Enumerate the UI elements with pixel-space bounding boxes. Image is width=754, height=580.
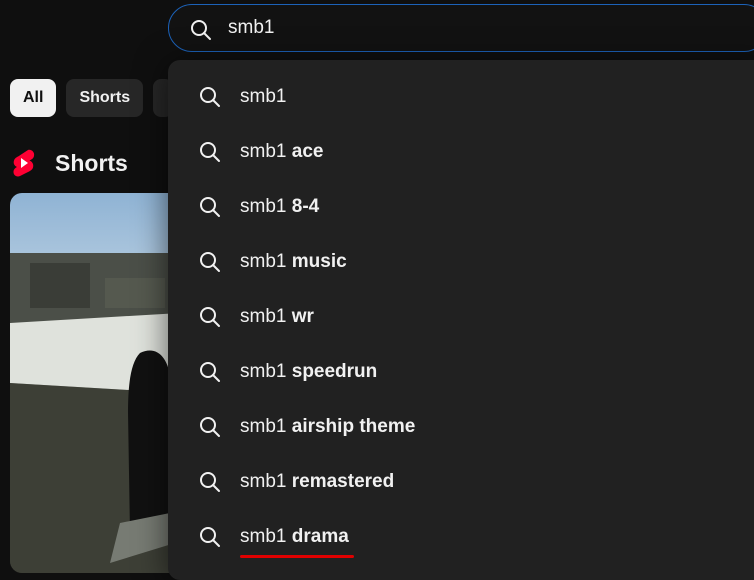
search-icon: [198, 415, 222, 439]
shorts-section-title: Shorts: [55, 149, 128, 176]
suggestion-item[interactable]: smb1 music: [168, 234, 754, 289]
search-icon: [198, 140, 222, 164]
suggestion-label: smb1 speedrun: [240, 360, 378, 382]
suggestion-item[interactable]: smb1 drama: [168, 509, 754, 564]
suggestion-label: smb1 remastered: [240, 470, 395, 492]
search-icon: [198, 85, 222, 109]
suggestion-label: smb1 ace: [240, 140, 324, 162]
suggestion-item[interactable]: smb1 wr: [168, 289, 754, 344]
filter-chips: All Shorts: [10, 79, 174, 117]
suggestion-label: smb1 music: [240, 250, 347, 272]
suggestion-label: smb1 airship theme: [240, 415, 416, 437]
shorts-section-header: Shorts: [12, 148, 128, 178]
search-input[interactable]: [228, 5, 728, 51]
shorts-thumbnail[interactable]: [10, 193, 180, 573]
search-icon: [189, 18, 213, 42]
chip-all[interactable]: All: [10, 79, 57, 117]
youtube-shorts-icon: [12, 148, 36, 178]
search-icon: [198, 360, 222, 384]
search-suggestions-dropdown: smb1 smb1 ace smb1 8-4 smb1 music smb1 w…: [168, 60, 754, 580]
search-box[interactable]: [168, 4, 754, 52]
suggestion-item[interactable]: smb1 ace: [168, 124, 754, 179]
search-icon: [198, 305, 222, 329]
search-icon: [198, 470, 222, 494]
suggestion-item[interactable]: smb1 airship theme: [168, 399, 754, 454]
suggestion-item[interactable]: smb1 speedrun: [168, 344, 754, 399]
suggestion-label: smb1: [240, 85, 287, 107]
search-icon: [198, 525, 222, 549]
suggestion-label: smb1 wr: [240, 305, 314, 327]
suggestion-item[interactable]: smb1 8-4: [168, 179, 754, 234]
search-icon: [198, 250, 222, 274]
suggestion-label: smb1 drama: [240, 525, 349, 547]
suggestion-label: smb1 8-4: [240, 195, 320, 217]
suggestion-item[interactable]: smb1: [168, 69, 754, 124]
search-icon: [198, 195, 222, 219]
suggestion-item[interactable]: smb1 remastered: [168, 454, 754, 509]
spellcheck-underline: [240, 555, 354, 558]
chip-shorts[interactable]: Shorts: [66, 79, 144, 117]
